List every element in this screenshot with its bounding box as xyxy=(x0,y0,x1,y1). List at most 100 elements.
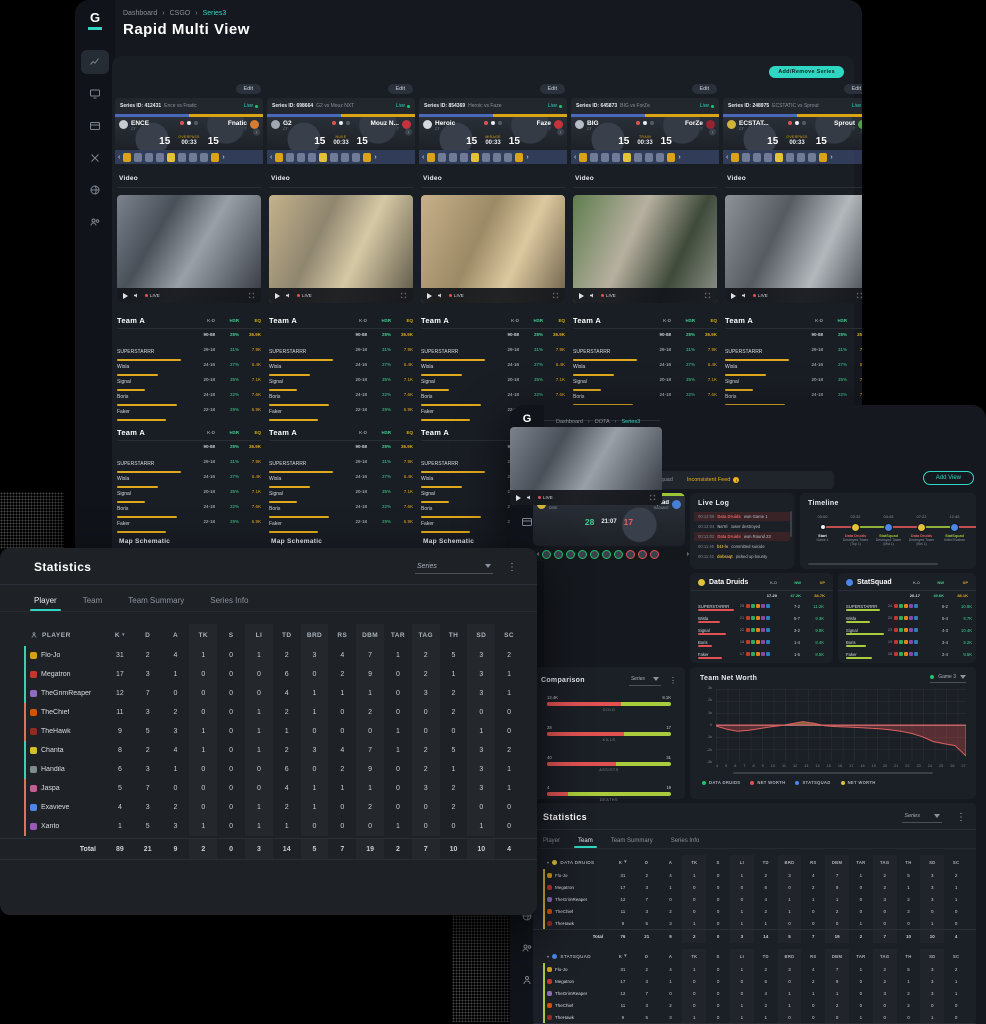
column-header[interactable]: DBM xyxy=(825,949,849,963)
strip-right-icon[interactable]: › xyxy=(830,154,832,161)
column-header[interactable]: LI xyxy=(245,624,273,646)
nav-teams-icon[interactable] xyxy=(81,210,109,234)
strip-left-icon[interactable]: ‹ xyxy=(726,154,728,161)
team-player-row[interactable]: Faker 22-18 29% 6.9K xyxy=(269,400,413,415)
play-icon[interactable] xyxy=(275,293,280,299)
kebab-menu-icon[interactable]: ⋮ xyxy=(956,812,966,823)
play-icon[interactable] xyxy=(516,495,521,501)
team-player-row[interactable]: Wisla 24-16 27% 6.4K xyxy=(269,355,413,370)
column-header[interactable]: SD xyxy=(920,855,944,869)
edit-button[interactable]: Edit xyxy=(236,84,261,94)
column-header[interactable]: TD xyxy=(754,949,778,963)
add-view-button[interactable]: Add View xyxy=(923,471,974,485)
timeline-event[interactable]: 07:22 Data Druids Destroyed Tower (Bot 1… xyxy=(905,514,938,547)
breadcrumb-item[interactable]: CSGO xyxy=(170,10,191,17)
log-entry[interactable]: 00:12:02 Data Druids won Round 23 xyxy=(694,532,790,541)
nav-card-icon[interactable] xyxy=(81,114,109,138)
add-remove-series-button[interactable]: Add/Remove Series xyxy=(769,66,844,78)
fullscreen-icon[interactable] xyxy=(400,292,407,299)
tab-series-info[interactable]: Series Info xyxy=(671,835,700,848)
fullscreen-icon[interactable] xyxy=(649,494,656,501)
player-stats-row[interactable]: Megatron 1731000602902131 xyxy=(533,881,976,893)
strip-right-icon[interactable]: › xyxy=(687,551,689,558)
team-player-row[interactable]: Signal 20-18 35% 7.1K xyxy=(117,370,261,385)
statistics-filter-select[interactable]: Series xyxy=(415,561,493,574)
log-entry[interactable]: 00:11:42 dobraqt picked up bounty xyxy=(694,552,790,561)
column-header[interactable]: DBM xyxy=(356,624,384,646)
info-icon[interactable]: i xyxy=(253,129,260,136)
team-player-row[interactable]: Wisla 24-16 27% 6.4K xyxy=(573,355,717,370)
sort-icon[interactable]: ▾ xyxy=(122,632,125,638)
team-player-row[interactable]: Wisla 21 5-7 9.3K 16.1K xyxy=(690,612,833,624)
team-player-row[interactable]: Signal 20-18 35% 7.1K xyxy=(269,482,413,497)
team-player-row[interactable]: SUPERSTARRR 29-18 31% 7.9K xyxy=(421,340,565,355)
column-header[interactable]: TAG xyxy=(873,855,897,869)
column-header[interactable]: SC xyxy=(944,855,968,869)
player-stats-row[interactable]: Flo-Jo 3124101234712532 xyxy=(533,963,976,975)
team-player-row[interactable]: Boris 24-18 22% 7.6K xyxy=(421,385,565,400)
collapse-icon[interactable]: ▾ xyxy=(547,860,549,865)
strip-left-icon[interactable]: ‹ xyxy=(574,154,576,161)
team-player-row[interactable]: Signal 20-18 35% 7.1K xyxy=(269,370,413,385)
column-header[interactable]: TAR xyxy=(384,624,412,646)
team-player-row[interactable]: SUPERSTARRR 25 7-2 11.2K 19.4K xyxy=(690,600,833,612)
tab-team-summary[interactable]: Team Summary xyxy=(611,835,653,848)
info-icon[interactable]: i xyxy=(861,129,862,136)
column-header[interactable]: LI xyxy=(730,949,754,963)
play-icon[interactable] xyxy=(579,293,584,299)
player-stats-row[interactable]: Xanto 153101100010010 xyxy=(0,817,537,836)
fullscreen-icon[interactable] xyxy=(552,292,559,299)
volume-icon[interactable] xyxy=(741,292,748,299)
breadcrumb-item[interactable]: DOTA xyxy=(595,419,610,425)
tab-player[interactable]: Player xyxy=(34,593,57,611)
edit-button[interactable]: Edit xyxy=(540,84,565,94)
column-header[interactable]: SD xyxy=(920,949,944,963)
strip-left-icon[interactable]: ‹ xyxy=(118,154,120,161)
breadcrumb-item[interactable]: Dashboard xyxy=(556,419,583,425)
column-header[interactable]: D xyxy=(635,949,659,963)
timeline-event[interactable]: 12:45 StatSquad Killed Roshan xyxy=(938,514,971,547)
player-stats-row[interactable]: Megatron 1731000602902131 xyxy=(0,665,537,684)
team-player-row[interactable]: Boris 24-18 22% 7.6K xyxy=(117,497,261,512)
player-stats-row[interactable]: TheHawk 953101100010010 xyxy=(533,1011,976,1023)
round-players-strip[interactable]: ‹ › xyxy=(723,150,862,164)
sort-icon[interactable]: ▾ xyxy=(624,953,627,959)
tab-team[interactable]: Team xyxy=(83,593,103,611)
column-header[interactable]: TK xyxy=(189,624,217,646)
column-header[interactable]: A xyxy=(659,949,683,963)
team-player-row[interactable]: Signal 20-18 35% 7.1K xyxy=(117,482,261,497)
player-stats-row[interactable]: TheGrimReaper 1270000411103231 xyxy=(533,987,976,999)
strip-right-icon[interactable]: › xyxy=(678,154,680,161)
player-stats-row[interactable]: TheChief 1132001210200200 xyxy=(533,905,976,917)
strip-left-icon[interactable]: ‹ xyxy=(537,551,539,558)
team-group-header[interactable]: ▾DATA DRUIDS K▾ DATKSLITDBRDRSDBMTARTAGT… xyxy=(533,855,976,869)
timeline-event[interactable]: 04:45 StatSquad Destroyed Tower (Mid 1) xyxy=(872,514,905,547)
player-stats-row[interactable]: Handila 631000602902131 xyxy=(0,760,537,779)
player-stats-row[interactable]: Flo-Jo 3124101234712532 xyxy=(533,869,976,881)
column-header[interactable]: RS xyxy=(801,949,825,963)
strip-left-icon[interactable]: ‹ xyxy=(270,154,272,161)
comparison-filter-select[interactable]: Series xyxy=(629,674,661,686)
game-select[interactable]: Game 3 xyxy=(930,674,966,683)
nav-versus-icon[interactable] xyxy=(81,146,109,170)
column-header[interactable]: BRD xyxy=(778,855,802,869)
column-header[interactable]: TK xyxy=(682,949,706,963)
play-icon[interactable] xyxy=(427,293,432,299)
tab-series-info[interactable]: Series Info xyxy=(210,593,248,611)
tab-player[interactable]: Player xyxy=(543,835,560,848)
column-header[interactable]: BRD xyxy=(301,624,329,646)
player-stats-row[interactable]: TheGrimReaper 1270000411103231 xyxy=(533,893,976,905)
timeline-event[interactable]: 00:00 Start Game 1 xyxy=(806,514,839,547)
player-stats-row[interactable]: Megatron 1731000602902131 xyxy=(533,975,976,987)
timeline-event[interactable]: 15:08 Data Druids Destroyed xyxy=(971,514,976,547)
column-header[interactable]: A xyxy=(659,855,683,869)
tab-team-summary[interactable]: Team Summary xyxy=(128,593,184,611)
breadcrumb-item[interactable]: Dashboard xyxy=(123,10,157,17)
fullscreen-icon[interactable] xyxy=(248,292,255,299)
player-stats-row[interactable]: Chanta 824101234712532 xyxy=(0,741,537,760)
player-stats-row[interactable]: Flo-Jo 3124101234712532 xyxy=(0,646,537,665)
column-header[interactable]: TK xyxy=(682,855,706,869)
team-player-row[interactable]: SUPERSTARRR 29-18 31% 7.9K xyxy=(269,452,413,467)
video-thumbnail[interactable]: LIVE xyxy=(725,195,862,303)
column-header[interactable]: TAR xyxy=(849,949,873,963)
